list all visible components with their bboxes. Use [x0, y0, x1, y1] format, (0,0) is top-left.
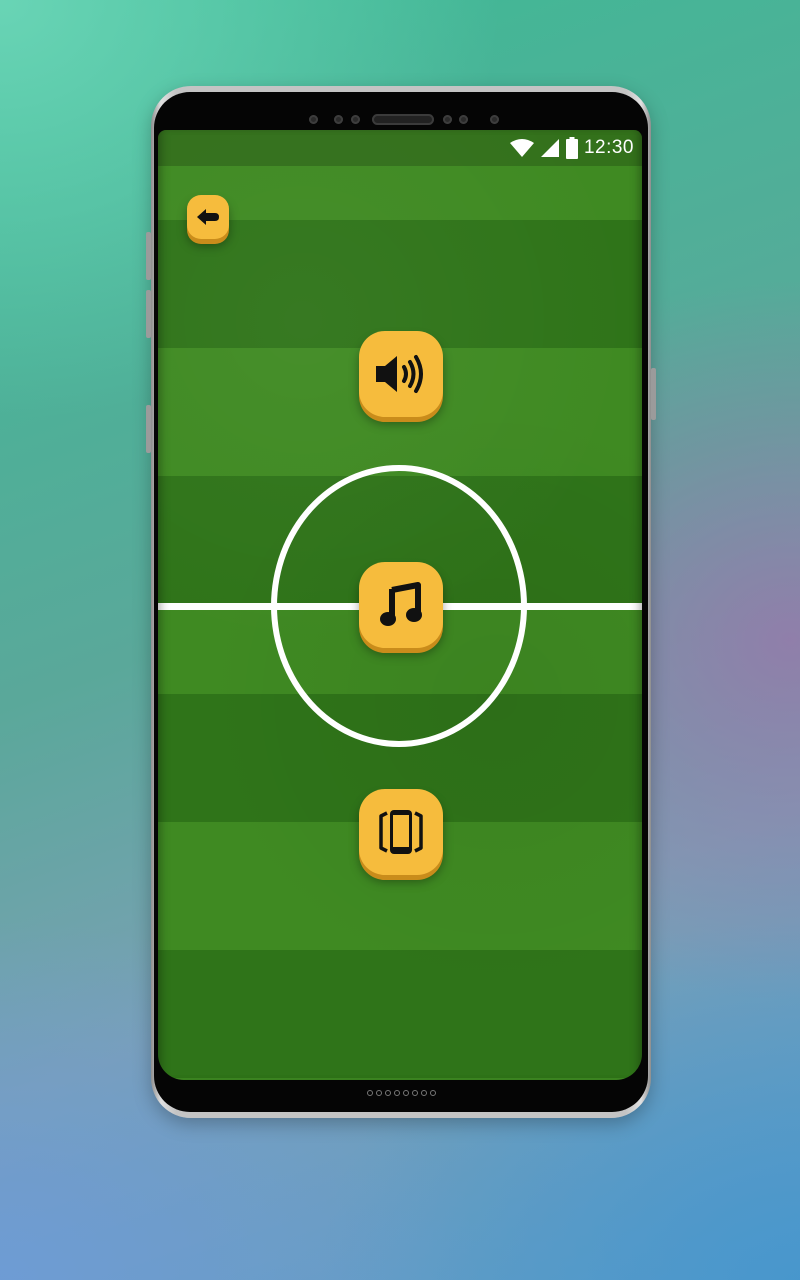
grille-dot	[402, 1090, 409, 1096]
phone-vibrate-icon	[379, 810, 423, 854]
app-screen: 12:30	[158, 130, 642, 1080]
status-time: 12:30	[583, 137, 634, 158]
sensor-dot	[351, 115, 360, 124]
status-bar: 12:30	[509, 136, 634, 160]
front-sensors	[154, 112, 648, 126]
speaker-volume-icon	[376, 355, 423, 393]
volume-down-key	[146, 290, 151, 338]
sensor-dot	[443, 115, 452, 124]
grille-dot	[429, 1090, 436, 1096]
cellular-signal-icon	[540, 139, 559, 157]
power-key	[651, 368, 656, 420]
bixby-key	[146, 405, 151, 453]
battery-icon	[565, 137, 578, 159]
bottom-speaker-grille	[154, 1090, 648, 1096]
wifi-icon	[509, 139, 534, 157]
music-toggle-button[interactable]	[359, 562, 443, 648]
grille-dot	[384, 1090, 391, 1096]
volume-up-key	[146, 232, 151, 280]
sound-toggle-button[interactable]	[359, 331, 443, 417]
earpiece-speaker	[372, 114, 434, 125]
music-note-icon	[380, 582, 422, 626]
grille-dot	[366, 1090, 373, 1096]
sensor-dot	[309, 115, 318, 124]
front-camera	[490, 115, 499, 124]
grille-dot	[411, 1090, 418, 1096]
back-arrow-icon	[197, 209, 219, 225]
grille-dot	[375, 1090, 382, 1096]
back-button[interactable]	[187, 195, 229, 239]
sensor-dot	[334, 115, 343, 124]
vibration-toggle-button[interactable]	[359, 789, 443, 875]
grille-dot	[393, 1090, 400, 1096]
grille-dot	[420, 1090, 427, 1096]
sensor-dot	[459, 115, 468, 124]
